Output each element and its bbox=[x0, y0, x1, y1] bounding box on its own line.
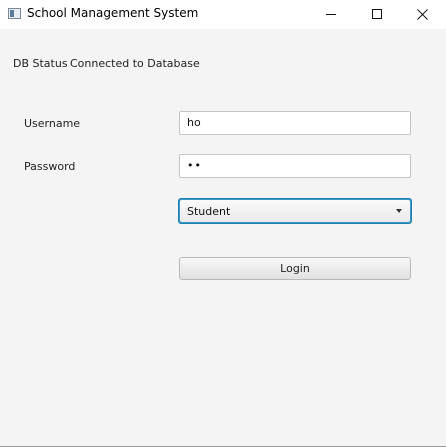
chevron-down-icon[interactable] bbox=[396, 209, 402, 213]
role-select[interactable]: Student bbox=[178, 198, 412, 224]
title-bar[interactable]: School Management System bbox=[0, 0, 446, 29]
username-field[interactable]: ho bbox=[179, 111, 411, 135]
username-label: Username bbox=[24, 117, 81, 130]
maximize-icon bbox=[372, 9, 382, 19]
password-label: Password bbox=[24, 160, 76, 173]
role-select-value: Student bbox=[187, 205, 231, 218]
db-status-value: Connected to Database bbox=[70, 57, 200, 70]
minimize-icon bbox=[326, 14, 336, 15]
login-button[interactable]: Login bbox=[179, 257, 411, 280]
db-status-label: DB Status bbox=[13, 57, 68, 70]
close-icon bbox=[417, 9, 428, 20]
role-select-body[interactable]: Student bbox=[180, 200, 410, 222]
login-window: School Management System DB Status Conne… bbox=[0, 0, 446, 447]
close-button[interactable] bbox=[400, 0, 445, 29]
minimize-button[interactable] bbox=[309, 0, 354, 29]
app-window-icon bbox=[8, 8, 21, 19]
maximize-button[interactable] bbox=[355, 0, 400, 29]
window-title: School Management System bbox=[27, 6, 199, 20]
password-field[interactable]: •• bbox=[179, 154, 411, 178]
